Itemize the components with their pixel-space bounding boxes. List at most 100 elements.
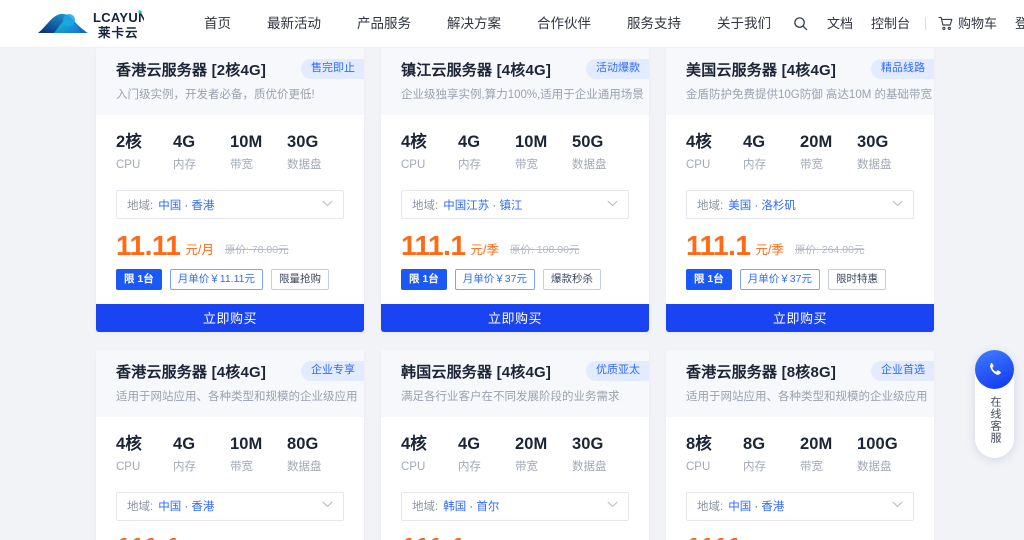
nav-item-support[interactable]: 服务支持 — [609, 0, 699, 48]
cart-group[interactable]: 购物车 — [932, 0, 1006, 48]
buy-now-button[interactable]: 立即购买 — [666, 303, 934, 332]
card-header: 香港云服务器 [8核8G] 适用于网站应用、各种类型和规模的企业级应用 企业首选 — [666, 349, 934, 417]
spec-item: 10M 带宽 — [230, 433, 287, 475]
spec-label: CPU — [116, 460, 141, 473]
region-value: 韩国 · 首尔 — [443, 501, 500, 513]
spec-item: 30G 数据盘 — [572, 433, 629, 475]
spec-label: 数据盘 — [287, 460, 322, 473]
tag-list: 限 1台 月单价￥11.11元 限量抢购 — [96, 260, 364, 290]
region-selector[interactable]: 地域: 韩国 · 首尔 — [401, 491, 629, 521]
spec-label: CPU — [401, 460, 426, 473]
spec-label: 内存 — [173, 460, 196, 473]
main-navigation: 首页 最新活动 产品服务 解决方案 合作伙伴 服务支持 关于我们 — [186, 0, 789, 48]
nav-item-about[interactable]: 关于我们 — [699, 0, 789, 48]
region-selector[interactable]: 地域: 中国江苏 · 镇江 — [401, 190, 629, 219]
spec-label: 数据盘 — [857, 159, 892, 171]
spec-item: 8核 CPU — [686, 433, 743, 475]
product-tag[interactable]: 限量抢购 — [270, 269, 329, 290]
site-header: LCAYUN 莱卡云 首页 最新活动 产品服务 解决方案 合作伙伴 服务支持 关… — [0, 0, 1024, 48]
product-subtitle: 满足各行业客户在不同发展阶段的业务需求 — [401, 390, 620, 403]
product-tag[interactable]: 限 1台 — [116, 269, 162, 290]
card-header: 香港云服务器 [4核4G] 适用于网站应用、各种类型和规模的企业级应用 企业专享 — [96, 349, 364, 417]
cart-icon — [938, 16, 953, 30]
region-selector[interactable]: 地域: 美国 · 洛杉矶 — [686, 190, 914, 219]
spec-label: CPU — [686, 159, 711, 171]
region-selector[interactable]: 地域: 中国 · 香港 — [116, 491, 344, 521]
spec-value: 2核 — [116, 133, 142, 151]
product-card: 香港云服务器 [2核4G] 入门级实例，开发者必备，质优价更低! 售完即止 2核… — [96, 48, 364, 332]
console-link[interactable]: 控制台 — [862, 0, 919, 48]
product-card: 香港云服务器 [4核4G] 适用于网站应用、各种类型和规模的企业级应用 企业专享… — [96, 349, 364, 540]
spec-item: 80G 数据盘 — [287, 433, 344, 475]
spec-value: 30G — [857, 133, 889, 151]
spec-item: 4核 CPU — [401, 433, 458, 475]
nav-item-home[interactable]: 首页 — [186, 0, 249, 48]
spec-value: 4核 — [686, 133, 712, 151]
nav-item-products[interactable]: 产品服务 — [339, 0, 429, 48]
chevron-down-icon — [322, 501, 333, 511]
tag-list: 限 1台 月单价￥37元 爆款秒杀 — [381, 260, 649, 290]
price-unit: 元/季 — [755, 243, 784, 257]
card-header: 美国云服务器 [4核4G] 金盾防护免费提供10G防御 高达10M 的基础带宽 … — [666, 48, 934, 115]
region-label: 地域: — [412, 501, 439, 513]
price-row: 1111 元/年 原价: 2076.00元 — [666, 521, 934, 540]
product-tag[interactable]: 月单价￥37元 — [739, 269, 820, 290]
spec-label: 带宽 — [515, 159, 538, 171]
region-value: 中国 · 香港 — [158, 199, 215, 212]
nav-item-solutions[interactable]: 解决方案 — [429, 0, 519, 48]
product-tag[interactable]: 月单价￥37元 — [454, 269, 535, 290]
chevron-down-icon — [607, 501, 618, 511]
price-amount: 111.1 — [686, 230, 751, 261]
product-tag[interactable]: 限 1台 — [401, 269, 447, 290]
region-value: 中国江苏 · 镇江 — [443, 199, 523, 212]
spec-item: 20M 带宽 — [515, 433, 572, 475]
spec-label: 数据盘 — [857, 460, 892, 473]
product-tag[interactable]: 爆款秒杀 — [542, 269, 601, 290]
product-subtitle: 入门级实例，开发者必备，质优价更低! — [116, 89, 315, 101]
product-card: 镇江云服务器 [4核4G] 企业级独享实例,算力100%,适用于企业通用场景 活… — [381, 48, 649, 332]
spec-item: 20M 带宽 — [800, 131, 857, 173]
region-selector[interactable]: 地域: 中国 · 香港 — [686, 491, 914, 521]
brand-logo[interactable]: LCAYUN 莱卡云 — [36, 7, 144, 41]
product-card: 韩国云服务器 [4核4G] 满足各行业客户在不同发展阶段的业务需求 优质亚太 4… — [381, 349, 649, 540]
product-badge: 售完即止 — [301, 59, 364, 79]
region-value: 中国 · 香港 — [158, 501, 215, 513]
spec-label: CPU — [116, 159, 141, 171]
search-icon[interactable] — [789, 16, 818, 31]
spec-value: 4G — [458, 133, 481, 151]
product-tag[interactable]: 月单价￥11.11元 — [169, 269, 263, 290]
spec-item: 10M 带宽 — [515, 131, 572, 173]
buy-now-button[interactable]: 立即购买 — [381, 303, 649, 332]
product-tag[interactable]: 限 1台 — [686, 269, 732, 290]
product-tag[interactable]: 限时特惠 — [827, 269, 886, 290]
spec-label: 内存 — [743, 159, 766, 171]
spec-item: 4核 CPU — [686, 131, 743, 173]
spec-item: 50G 数据盘 — [572, 131, 629, 173]
spec-item: 4G 内存 — [458, 433, 515, 475]
product-badge: 企业首选 — [871, 360, 934, 381]
product-grid: 香港云服务器 [2核4G] 入门级实例，开发者必备，质优价更低! 售完即止 2核… — [96, 48, 936, 540]
online-service-widget[interactable]: 在线客服 — [975, 350, 1014, 458]
spec-value: 8核 — [686, 434, 712, 453]
spec-value: 4核 — [116, 434, 142, 453]
spec-list: 4核 CPU 4G 内存 20M 带宽 30G 数据盘 — [381, 417, 649, 483]
region-label: 地域: — [127, 501, 154, 513]
chevron-down-icon — [322, 200, 333, 210]
region-label: 地域: — [412, 199, 439, 212]
region-selector[interactable]: 地域: 中国 · 香港 — [116, 190, 344, 219]
spec-value: 10M — [230, 434, 263, 453]
card-header: 香港云服务器 [2核4G] 入门级实例，开发者必备，质优价更低! 售完即止 — [96, 48, 364, 115]
docs-link[interactable]: 文档 — [818, 0, 862, 48]
spec-item: 4G 内存 — [173, 131, 230, 173]
nav-item-activities[interactable]: 最新活动 — [249, 0, 339, 48]
price-row: 111.1 元/季 原价: 108.00元 — [381, 219, 649, 260]
price-amount: 111.1 — [401, 230, 466, 261]
card-header: 镇江云服务器 [4核4G] 企业级独享实例,算力100%,适用于企业通用场景 活… — [381, 48, 649, 115]
buy-now-button[interactable]: 立即购买 — [96, 303, 364, 332]
cart-link[interactable]: 购物车 — [954, 0, 1006, 48]
spec-item: 100G 数据盘 — [857, 433, 914, 475]
login-link[interactable]: 登录 — [1006, 0, 1024, 48]
spec-value: 20M — [800, 133, 833, 151]
spec-item: 30G 数据盘 — [857, 131, 914, 173]
nav-item-partners[interactable]: 合作伙伴 — [519, 0, 609, 48]
